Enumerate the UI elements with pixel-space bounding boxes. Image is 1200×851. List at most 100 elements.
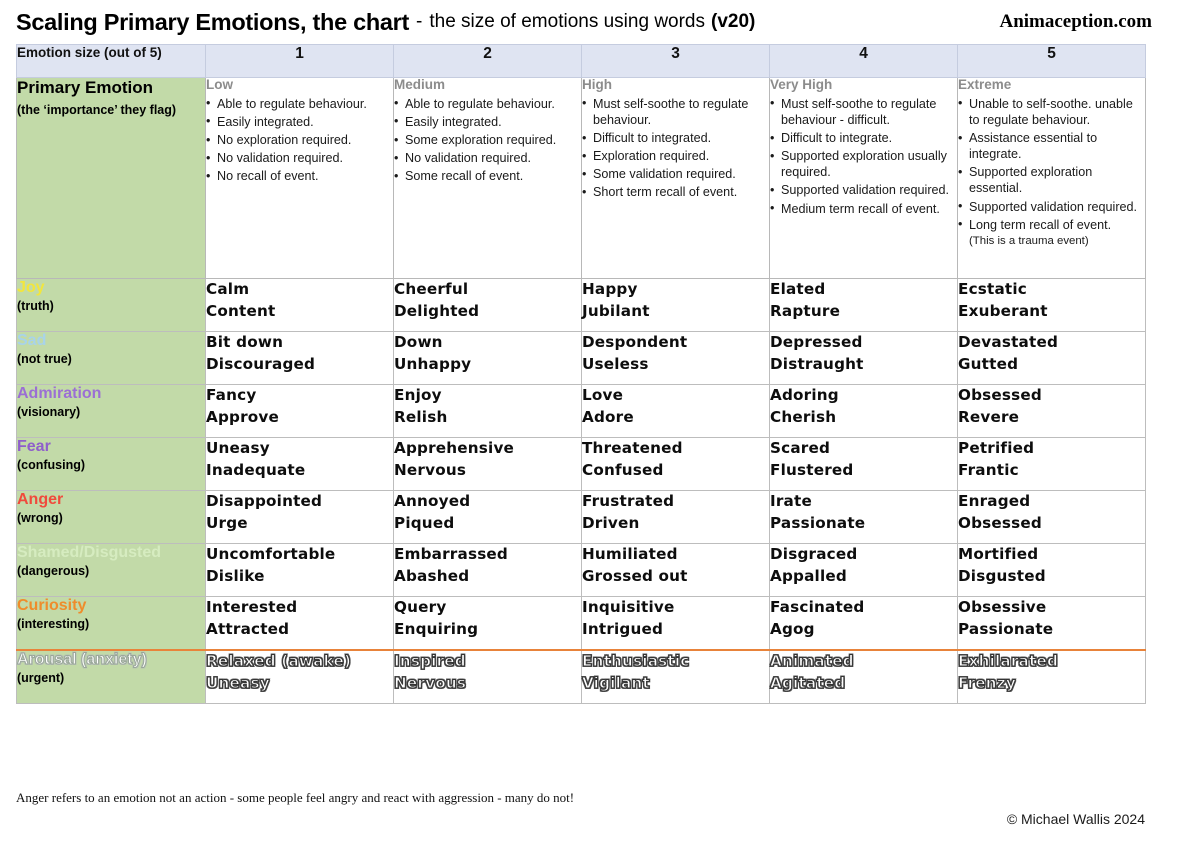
- emotion-word-secondary: Uneasy: [206, 673, 271, 692]
- descriptor-row: Primary Emotion (the ‘importance’ they fl…: [16, 77, 1146, 279]
- emotion-words-cell: Enthusiastic Vigilant: [581, 649, 770, 704]
- emotion-word-secondary: Disgusted: [958, 566, 1046, 585]
- emotion-flag: (truth): [17, 298, 54, 313]
- descriptor-list-1: Able to regulate behaviour.Easily integr…: [206, 95, 393, 185]
- descriptor-bullet: Supported exploration usually required.: [770, 148, 957, 180]
- emotion-words-cell: Interested Attracted: [205, 596, 394, 651]
- emotion-name: Arousal (anxiety): [17, 651, 148, 669]
- emotion-word-primary: Depressed: [770, 333, 863, 351]
- emotion-words-cell: Fancy Approve: [205, 384, 394, 438]
- emotion-word-secondary: Passionate: [958, 619, 1054, 638]
- emotion-words-cell: Happy Jubilant: [581, 278, 770, 332]
- emotion-name: Anger: [17, 491, 64, 508]
- emotion-words-cell: Animated Agitated: [769, 649, 958, 704]
- emotion-words-cell: Apprehensive Nervous: [393, 437, 582, 491]
- header-level-1: 1: [205, 44, 394, 78]
- emotion-word-secondary: Vigilant: [582, 673, 651, 692]
- emotion-word-secondary: Cherish: [770, 407, 837, 426]
- emotion-words-cell: Love Adore: [581, 384, 770, 438]
- emotion-words-cell: Calm Content: [205, 278, 394, 332]
- emotion-word-primary: Adoring: [770, 386, 839, 404]
- emotion-scale-table: Emotion size (out of 5) 1 2 3 4 5 Primary Emot…: [16, 44, 1146, 704]
- emotion-word-primary: Uncomfortable: [206, 545, 336, 563]
- footnote-text: Anger refers to an emotion not an action…: [16, 790, 575, 805]
- emotion-row-fear: Fear (confusing) Uneasy Inadequate Apprehens…: [16, 437, 1146, 491]
- descriptor-bullet: Assistance essential to integrate.: [958, 130, 1145, 162]
- descriptor-bullet: Easily integrated.: [394, 113, 581, 130]
- emotion-words-cell: Cheerful Delighted: [393, 278, 582, 332]
- emotion-word-secondary: Content: [206, 301, 276, 320]
- emotion-row-arousal-anxiety: Arousal (anxiety) (urgent) Relaxed (awake)…: [16, 649, 1146, 704]
- emotion-words-cell: Annoyed Piqued: [393, 490, 582, 544]
- emotion-name: Shamed/Disgusted: [17, 544, 162, 561]
- emotion-word-primary: Animated: [770, 652, 855, 671]
- descriptor-list-3: Must self-soothe to regulate behaviour. D…: [582, 95, 769, 201]
- emotion-word-primary: Inquisitive: [582, 598, 675, 616]
- header-level-5: 5: [957, 44, 1146, 78]
- emotion-word-secondary: Obsessed: [958, 513, 1042, 532]
- descriptor-bullet: Some validation required.: [582, 166, 769, 182]
- descriptor-heading-2: Medium: [394, 77, 446, 92]
- emotion-row-anger: Anger (wrong) Disappointed Urge Annoyed Pique…: [16, 490, 1146, 544]
- emotion-word-secondary: Jubilant: [582, 301, 650, 320]
- emotion-words-cell: Bit down Discouraged: [205, 331, 394, 385]
- descriptor-bullet: Able to regulate behaviour.: [206, 95, 393, 112]
- emotion-words-cell: Down Unhappy: [393, 331, 582, 385]
- emotion-word-primary: Elated: [770, 280, 826, 298]
- emotion-word-secondary: Delighted: [394, 301, 480, 320]
- header-row: Emotion size (out of 5) 1 2 3 4 5: [16, 44, 1146, 78]
- emotion-flag: (urgent): [17, 670, 65, 685]
- descriptor-bullet: No validation required.: [206, 150, 393, 166]
- primary-emotion-subtitle: (the ‘importance’ they flag): [17, 102, 177, 117]
- emotion-label-cell: Shamed/Disgusted (dangerous): [16, 543, 206, 597]
- descriptor-bullet: Able to regulate behaviour.: [394, 95, 581, 112]
- emotion-word-secondary: Agitated: [770, 673, 846, 692]
- descriptor-bullet: Some exploration required.: [394, 132, 581, 148]
- descriptor-heading-5: Extreme: [958, 77, 1012, 92]
- emotion-word-primary: Disappointed: [206, 492, 323, 510]
- emotion-word-secondary: Frenzy: [958, 673, 1017, 692]
- header-level-4: 4: [769, 44, 958, 78]
- descriptor-cell-3: High Must self-soothe to regulate behavio…: [581, 77, 770, 279]
- emotion-word-primary: Calm: [206, 280, 250, 298]
- emotion-word-primary: Inspired: [394, 652, 467, 671]
- emotion-words-cell: Query Enquiring: [393, 596, 582, 651]
- emotion-word-primary: Apprehensive: [394, 439, 515, 457]
- emotion-flag: (not true): [17, 351, 72, 366]
- descriptor-cell-1: Low Able to regulate behaviour.Easily int…: [205, 77, 394, 279]
- emotion-word-primary: Humiliated: [582, 545, 678, 563]
- emotion-word-primary: Irate: [770, 492, 812, 510]
- emotion-words-cell: Embarrassed Abashed: [393, 543, 582, 597]
- emotion-word-primary: Happy: [582, 280, 638, 298]
- emotion-word-primary: Despondent: [582, 333, 688, 351]
- emotion-row-joy: Joy (truth) Calm Content Cheerful Delighted Ha…: [16, 278, 1146, 332]
- emotion-words-cell: Frustrated Driven: [581, 490, 770, 544]
- emotion-word-primary: Love: [582, 386, 624, 404]
- emotion-word-primary: Obsessed: [958, 386, 1042, 404]
- emotion-words-cell: Enjoy Relish: [393, 384, 582, 438]
- emotion-word-secondary: Passionate: [770, 513, 866, 532]
- brand-wordmark: Animaception.com: [999, 11, 1152, 32]
- descriptor-cell-2: Medium Able to regulate behaviour.Easily …: [393, 77, 582, 279]
- header-size-label: Emotion size (out of 5): [16, 44, 206, 78]
- emotion-row-sad: Sad (not true) Bit down Discouraged Down Unha…: [16, 331, 1146, 385]
- emotion-word-primary: Petrified: [958, 439, 1035, 457]
- descriptor-bullet: Must self-soothe to regulate behaviour -…: [770, 95, 957, 128]
- emotion-words-cell: Scared Flustered: [769, 437, 958, 491]
- emotion-word-secondary: Flustered: [770, 460, 854, 479]
- emotion-name: Joy: [17, 279, 45, 296]
- emotion-name: Curiosity: [17, 597, 87, 614]
- emotion-word-primary: Disgraced: [770, 545, 858, 563]
- emotion-words-cell: Elated Rapture: [769, 278, 958, 332]
- emotion-word-primary: Exhilarated: [958, 652, 1059, 671]
- version-label: (v20): [711, 11, 756, 32]
- descriptor-list-5: Unable to self-soothe. unable to regulat…: [958, 95, 1145, 233]
- descriptor-list-4: Must self-soothe to regulate behaviour -…: [770, 95, 957, 217]
- descriptor-bullet: Unable to self-soothe. unable to regulat…: [958, 95, 1145, 128]
- emotion-word-secondary: Distraught: [770, 354, 864, 373]
- primary-emotion-title: Primary Emotion: [17, 78, 154, 97]
- emotion-words-cell: Uneasy Inadequate: [205, 437, 394, 491]
- emotion-word-primary: Annoyed: [394, 492, 471, 510]
- header-level-3: 3: [581, 44, 770, 78]
- primary-emotion-cell: Primary Emotion (the ‘importance’ they fl…: [16, 77, 206, 279]
